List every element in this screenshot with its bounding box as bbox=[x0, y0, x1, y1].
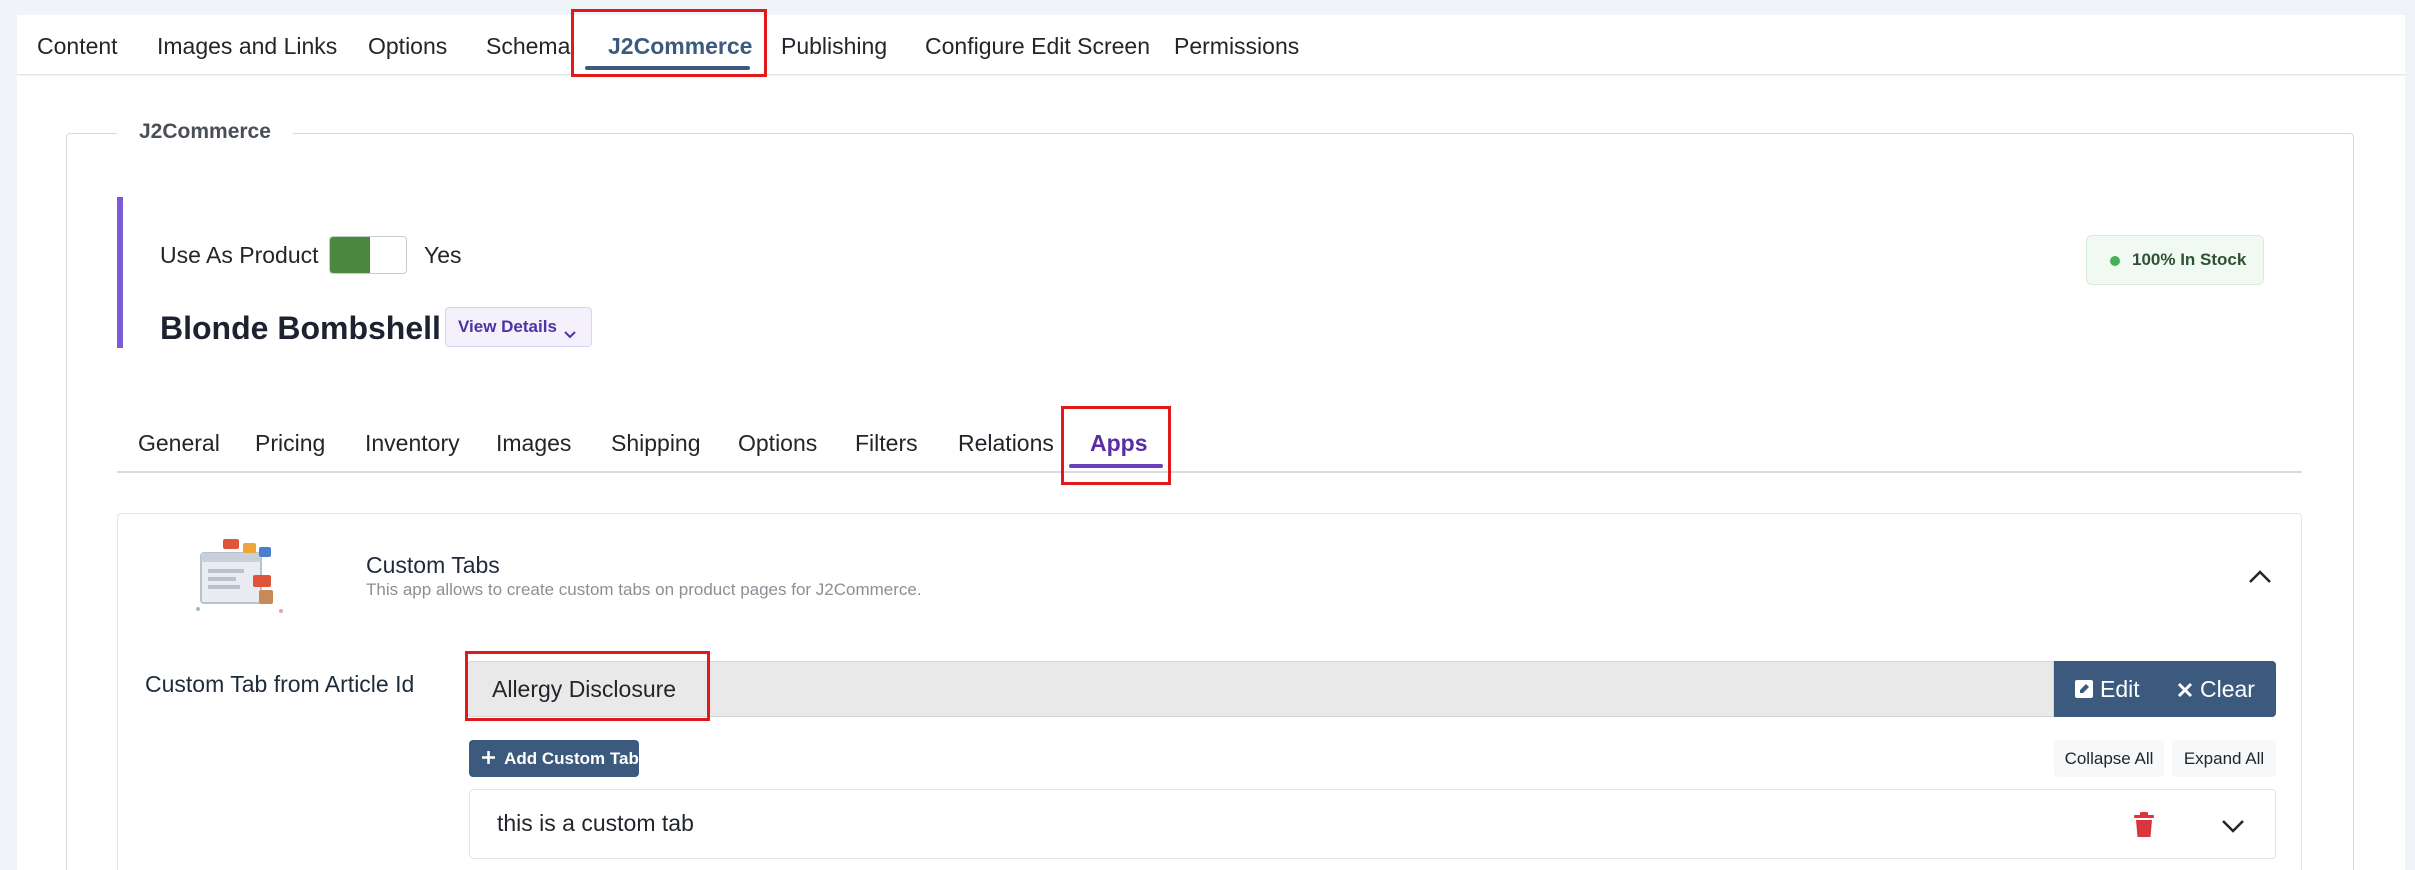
custom-tabs-app-thumbnail bbox=[193, 535, 289, 617]
tab-images-and-links[interactable]: Images and Links bbox=[157, 15, 337, 75]
trash-icon[interactable] bbox=[2132, 812, 2156, 838]
product-sub-tabs: General Pricing Inventory Images Shippin… bbox=[117, 413, 2302, 473]
tab-permissions[interactable]: Permissions bbox=[1174, 15, 1299, 75]
tab-schema[interactable]: Schema bbox=[486, 15, 570, 75]
collapse-all-button[interactable]: Collapse All bbox=[2054, 740, 2164, 777]
fieldset-legend: J2Commerce bbox=[117, 120, 293, 144]
app-description: This app allows to create custom tabs on… bbox=[366, 580, 922, 599]
expand-all-button[interactable]: Expand All bbox=[2172, 740, 2276, 777]
use-as-product-label: Use As Product bbox=[160, 242, 319, 268]
clear-label: Clear bbox=[2200, 676, 2255, 702]
stock-status-dot bbox=[2110, 256, 2120, 266]
subtab-relations[interactable]: Relations bbox=[958, 413, 1054, 473]
subtab-general[interactable]: General bbox=[138, 413, 220, 473]
subtab-inventory[interactable]: Inventory bbox=[365, 413, 460, 473]
active-subtab-indicator bbox=[1069, 464, 1163, 468]
add-custom-tab-label: Add Custom Tab bbox=[504, 749, 639, 768]
use-as-product-toggle[interactable] bbox=[329, 236, 407, 274]
subtab-shipping[interactable]: Shipping bbox=[611, 413, 701, 473]
tab-options[interactable]: Options bbox=[368, 15, 447, 75]
plus-icon bbox=[481, 749, 504, 768]
stock-status-badge: 100% In Stock bbox=[2086, 235, 2264, 285]
chevron-down-icon bbox=[562, 318, 578, 356]
product-name: Blonde Bombshell bbox=[160, 310, 441, 346]
chevron-up-icon[interactable] bbox=[2245, 562, 2275, 592]
add-custom-tab-button[interactable]: Add Custom Tab bbox=[469, 740, 639, 777]
article-button-group: Edit Clear bbox=[2054, 661, 2276, 717]
custom-tab-item[interactable]: this is a custom tab bbox=[469, 789, 2276, 859]
main-tabs: Content Images and Links Options Schema … bbox=[17, 15, 2405, 75]
subtab-filters[interactable]: Filters bbox=[855, 413, 918, 473]
clear-article-button[interactable]: Clear bbox=[2176, 661, 2255, 717]
tab-configure-edit-screen[interactable]: Configure Edit Screen bbox=[925, 15, 1150, 75]
app-title: Custom Tabs bbox=[366, 552, 500, 578]
product-accent-bar bbox=[117, 197, 123, 348]
tab-content[interactable]: Content bbox=[37, 15, 118, 75]
custom-tab-article-field[interactable]: Allergy Disclosure bbox=[467, 661, 2054, 717]
toggle-on-indicator bbox=[330, 237, 370, 273]
subtab-options[interactable]: Options bbox=[738, 413, 817, 473]
chevron-down-icon[interactable] bbox=[2219, 811, 2247, 839]
stock-status-label: 100% In Stock bbox=[2132, 250, 2247, 269]
edit-icon bbox=[2074, 663, 2094, 719]
view-details-label: View Details bbox=[458, 317, 557, 336]
tab-publishing[interactable]: Publishing bbox=[781, 15, 887, 75]
custom-tab-title: this is a custom tab bbox=[497, 810, 694, 836]
edit-article-button[interactable]: Edit bbox=[2074, 661, 2140, 717]
subtab-images[interactable]: Images bbox=[496, 413, 571, 473]
use-as-product-value: Yes bbox=[424, 242, 462, 268]
active-tab-indicator bbox=[585, 66, 750, 70]
close-icon bbox=[2176, 663, 2194, 719]
edit-label: Edit bbox=[2100, 676, 2140, 702]
view-details-button[interactable]: View Details bbox=[445, 307, 592, 347]
subtab-pricing[interactable]: Pricing bbox=[255, 413, 325, 473]
custom-tab-article-label: Custom Tab from Article Id bbox=[145, 671, 415, 697]
